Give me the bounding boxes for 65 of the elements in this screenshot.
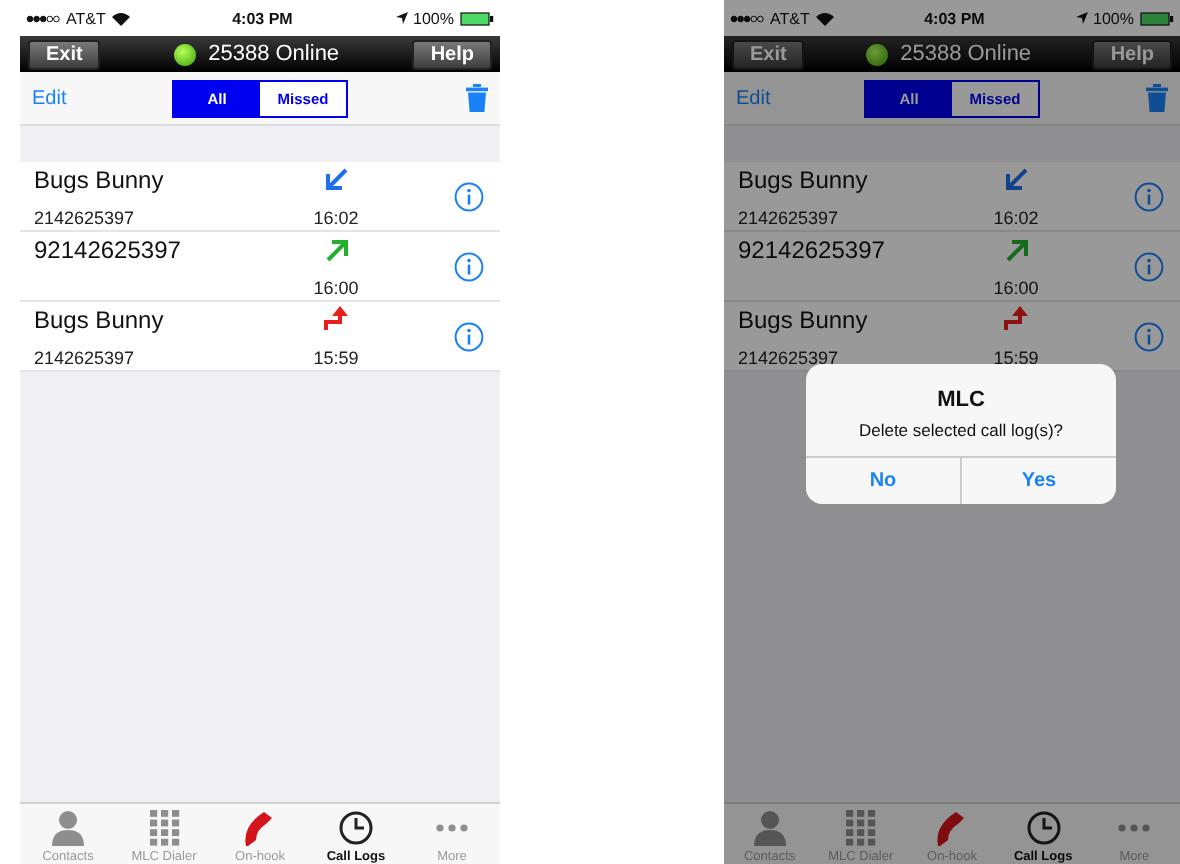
outgoing-call-arrow-icon bbox=[1002, 235, 1030, 261]
caller-name: Bugs Bunny bbox=[738, 165, 870, 193]
caller-name: Bugs Bunny bbox=[738, 305, 870, 333]
info-icon[interactable] bbox=[1134, 251, 1164, 281]
incoming-call-arrow-icon bbox=[1002, 165, 1030, 191]
call-time: 16:02 bbox=[313, 207, 359, 227]
clock-time: 4:03 PM bbox=[922, 9, 987, 27]
trash-icon[interactable] bbox=[1146, 84, 1168, 112]
phone-number: 2142625397 bbox=[738, 207, 841, 227]
online-status-icon bbox=[866, 43, 889, 65]
clock-icon bbox=[1023, 808, 1064, 848]
outgoing-call-arrow-icon bbox=[322, 235, 350, 261]
help-button[interactable]: Help bbox=[412, 39, 492, 69]
call-time: 15:59 bbox=[313, 347, 359, 367]
info-icon[interactable] bbox=[454, 321, 484, 351]
battery-percent: 100% bbox=[1093, 9, 1134, 27]
wifi-icon bbox=[815, 11, 834, 25]
caller-name: 92142625397 bbox=[738, 235, 887, 263]
caller-name: 92142625397 bbox=[34, 235, 183, 263]
dialog-button[interactable]: No bbox=[806, 458, 960, 504]
info-icon[interactable] bbox=[1134, 321, 1164, 351]
call-time: 16:00 bbox=[313, 277, 359, 297]
edit-button[interactable]: Edit bbox=[32, 87, 172, 109]
phone-number: 2142625397 bbox=[34, 347, 137, 367]
info-icon[interactable] bbox=[454, 181, 484, 211]
phone-number: 2142625397 bbox=[34, 207, 137, 227]
dialog-button[interactable]: Yes bbox=[960, 458, 1116, 504]
wifi-icon bbox=[111, 11, 130, 25]
exit-button[interactable]: Exit bbox=[732, 39, 805, 69]
caller-name: Bugs Bunny bbox=[34, 165, 166, 193]
carrier-name: AT&T bbox=[66, 9, 106, 27]
help-button[interactable]: Help bbox=[1092, 39, 1172, 69]
battery-icon bbox=[1140, 11, 1174, 25]
caller-name: Bugs Bunny bbox=[34, 305, 166, 333]
online-status-text: 25388 Online bbox=[208, 42, 340, 66]
dialog-title: MLC bbox=[935, 386, 987, 412]
failed-call-arrow-icon bbox=[1002, 305, 1030, 331]
keypad-icon bbox=[840, 808, 881, 848]
edit-button[interactable]: Edit bbox=[736, 87, 864, 109]
call-time: 15:59 bbox=[993, 347, 1039, 367]
more-dots-icon bbox=[436, 824, 468, 832]
location-arrow-icon bbox=[1075, 12, 1088, 24]
online-status-text: 25388 Online bbox=[900, 42, 1032, 66]
clock-icon bbox=[335, 808, 376, 848]
info-icon[interactable] bbox=[1134, 181, 1164, 211]
battery-icon bbox=[460, 11, 494, 25]
signal-dots-icon bbox=[730, 13, 764, 23]
call-time: 16:00 bbox=[993, 277, 1039, 297]
clock-time: 4:03 PM bbox=[230, 9, 295, 27]
battery-percent: 100% bbox=[413, 9, 454, 27]
failed-call-arrow-icon bbox=[322, 305, 350, 331]
exit-button[interactable]: Exit bbox=[28, 39, 101, 69]
signal-dots-icon bbox=[26, 13, 60, 23]
person-icon bbox=[48, 808, 88, 848]
more-dots-icon bbox=[1118, 824, 1151, 832]
call-time: 16:02 bbox=[993, 207, 1039, 227]
carrier-name: AT&T bbox=[770, 9, 810, 27]
person-icon bbox=[749, 808, 790, 848]
info-icon[interactable] bbox=[454, 251, 484, 281]
online-status-icon bbox=[174, 43, 197, 65]
phone-number: 2142625397 bbox=[738, 347, 841, 367]
dialog-message: Delete selected call log(s)? bbox=[856, 418, 1066, 444]
incoming-call-arrow-icon bbox=[322, 165, 350, 191]
location-arrow-icon bbox=[395, 12, 408, 24]
trash-icon[interactable] bbox=[466, 84, 488, 112]
